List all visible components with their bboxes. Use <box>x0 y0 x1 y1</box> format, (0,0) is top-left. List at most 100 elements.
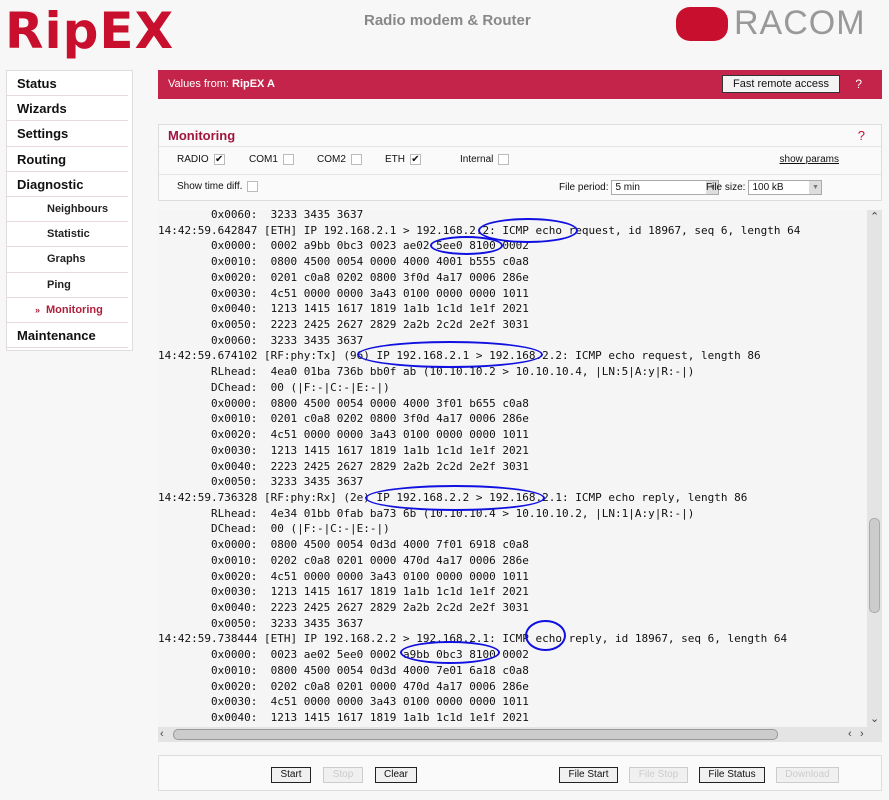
scroll-down-icon[interactable]: ⌄ <box>870 712 879 727</box>
sidebar-item-label: Maintenance <box>17 327 96 343</box>
sidebar-item-wizards[interactable]: Wizards <box>7 96 128 122</box>
show-params-link[interactable]: show params <box>780 154 839 165</box>
log-line: DChead: 00 (|F:-|C:-|E:-|) <box>158 522 390 536</box>
interface-internal: Internal <box>460 154 510 165</box>
interface-eth: ETH ✔ <box>385 154 421 165</box>
clear-button[interactable]: Clear <box>375 767 417 783</box>
sidebar-item-monitoring[interactable]: » Monitoring <box>7 298 128 323</box>
sidebar-item-ping[interactable]: Ping <box>7 273 128 298</box>
download-button[interactable]: Download <box>776 767 839 783</box>
sidebar-item-settings[interactable]: Settings <box>7 121 128 147</box>
racom-logo: RACOM <box>676 4 866 43</box>
log-line: 0x0030: 4c51 0000 0000 3a43 0100 0000 00… <box>158 695 529 709</box>
log-line: 0x0040: 2223 2425 2627 2829 2a2b 2c2d 2e… <box>158 459 529 473</box>
sidebar-item-label: Monitoring <box>46 303 103 316</box>
values-from-bar: Values from: RipEX A Fast remote access … <box>158 70 882 99</box>
sidebar-nav: Status Wizards Settings Routing Diagnostic Ne… <box>6 70 133 352</box>
monitoring-help-icon[interactable]: ? <box>858 125 865 147</box>
header-subtitle: Radio modem & Router <box>364 12 531 29</box>
show-time-diff-checkbox[interactable] <box>247 181 259 192</box>
interface-label: ETH <box>385 154 405 165</box>
log-line: 0x0050: 2223 2425 2627 2829 2a2b 2c2d 2e… <box>158 318 529 332</box>
help-icon[interactable]: ? <box>855 70 862 99</box>
interface-com2: COM2 <box>317 154 362 165</box>
racom-logo-mark-icon <box>676 6 728 41</box>
log-line: 0x0040: 2223 2425 2627 2829 2a2b 2c2d 2e… <box>158 600 529 614</box>
file-size-select[interactable]: 100 kB ▼ <box>748 180 823 195</box>
internal-checkbox[interactable] <box>498 154 510 165</box>
log-line: 0x0030: 4c51 0000 0000 3a43 0100 0000 00… <box>158 286 529 300</box>
sidebar-item-label: Status <box>17 76 57 91</box>
page-title: Monitoring <box>168 128 236 143</box>
sidebar-item-maintenance[interactable]: Maintenance <box>7 323 128 349</box>
start-button[interactable]: Start <box>271 767 311 783</box>
file-size-value: 100 kB <box>752 182 784 193</box>
vertical-scrollbar[interactable]: ⌃ ⌄ <box>867 210 882 727</box>
log-line: 0x0020: 0201 c0a8 0202 0800 3f0d 4a17 00… <box>158 270 529 284</box>
file-stop-button[interactable]: File Stop <box>629 767 688 783</box>
annotation-ellipse <box>400 641 500 664</box>
log-line: 0x0010: 0202 c0a8 0201 0000 470d 4a17 00… <box>158 553 529 567</box>
eth-checkbox[interactable]: ✔ <box>410 154 421 165</box>
fast-remote-access-button[interactable]: Fast remote access <box>722 75 840 93</box>
annotation-ellipse <box>430 236 503 255</box>
sidebar-item-graphs[interactable]: Graphs <box>7 247 128 273</box>
sidebar-item-label: Statistic <box>47 228 90 241</box>
scroll-up-icon[interactable]: ⌃ <box>870 210 879 225</box>
sidebar-item-label: Diagnostic <box>17 176 84 192</box>
file-period-label: File period: <box>559 182 609 193</box>
monitoring-log[interactable]: 0x0060: 3233 3435 3637 14:42:59.642847 [E… <box>158 210 882 742</box>
interface-com1: COM1 <box>249 154 294 165</box>
log-line: 0x0050: 3233 3435 3637 <box>158 616 364 630</box>
interface-label: RADIO <box>177 154 209 165</box>
log-line: 0x0010: 0800 4500 0054 0d3d 4000 7e01 6a… <box>158 663 529 677</box>
log-line: 0x0040: 1213 1415 1617 1819 1a1b 1c1d 1e… <box>158 711 529 724</box>
interface-label: COM2 <box>317 154 346 165</box>
annotation-ellipse <box>365 485 545 511</box>
log-line: 0x0000: 0800 4500 0054 0000 4000 3f01 b6… <box>158 396 529 410</box>
log-line: 0x0020: 4c51 0000 0000 3a43 0100 0000 00… <box>158 428 529 442</box>
scroll-right-icon[interactable]: › <box>860 727 864 742</box>
log-line: 0x0010: 0201 c0a8 0202 0800 3f0d 4a17 00… <box>158 412 529 426</box>
log-line: 0x0000: 0800 4500 0054 0d3d 4000 7f01 69… <box>158 538 529 552</box>
file-period-value: 5 min <box>615 182 640 193</box>
interface-label: Internal <box>460 154 494 165</box>
sidebar-item-neighbours[interactable]: Neighbours <box>7 197 128 223</box>
active-arrow-icon: » <box>35 304 41 315</box>
file-start-button[interactable]: File Start <box>559 767 618 783</box>
chevron-down-icon: ▼ <box>809 181 822 194</box>
log-line: 0x0030: 1213 1415 1617 1819 1a1b 1c1d 1e… <box>158 585 529 599</box>
sidebar-item-label: Ping <box>47 278 71 291</box>
scroll-left-icon[interactable]: ‹ <box>848 727 852 742</box>
horizontal-scrollbar[interactable]: ‹ ‹ › <box>158 727 882 742</box>
sidebar-item-routing[interactable]: Routing <box>7 147 128 172</box>
horizontal-scroll-thumb[interactable] <box>173 729 778 740</box>
file-size-label: File size: <box>706 182 746 193</box>
sidebar-item-label: Settings <box>17 126 69 142</box>
sidebar-item-diagnostic[interactable]: Diagnostic <box>7 172 128 197</box>
sidebar-item-label: Graphs <box>47 253 86 266</box>
values-from-label: Values from: <box>168 78 229 90</box>
com2-checkbox[interactable] <box>350 154 362 165</box>
log-line: 0x0020: 4c51 0000 0000 3a43 0100 0000 00… <box>158 569 529 583</box>
sidebar-item-label: Routing <box>17 151 67 167</box>
interface-radio: RADIO ✔ <box>177 154 225 165</box>
interface-label: COM1 <box>249 154 278 165</box>
monitoring-panel: Monitoring? RADIO ✔ COM1 COM2 ETH ✔ Internal s… <box>158 124 882 201</box>
file-period-select[interactable]: 5 min ▼ <box>611 180 720 195</box>
log-line: 0x0010: 0800 4500 0054 0000 4000 4001 b5… <box>158 255 529 269</box>
show-time-diff-label: Show time diff. <box>177 181 243 192</box>
annotation-ellipse <box>525 620 566 651</box>
stop-button[interactable]: Stop <box>323 767 363 783</box>
unit-name: RipEX A <box>232 78 275 90</box>
com1-checkbox[interactable] <box>282 154 294 165</box>
radio-checkbox[interactable]: ✔ <box>213 154 225 165</box>
scroll-left-icon[interactable]: ‹ <box>160 727 164 742</box>
sidebar-item-statistic[interactable]: Statistic <box>7 222 128 248</box>
file-status-button[interactable]: File Status <box>699 767 765 783</box>
vertical-scroll-thumb[interactable] <box>869 518 880 613</box>
sidebar-item-label: Neighbours <box>47 202 109 215</box>
sidebar-item-status[interactable]: Status <box>7 71 128 97</box>
sidebar-item-label: Wizards <box>17 101 67 117</box>
log-line: 0x0020: 0202 c0a8 0201 0000 470d 4a17 00… <box>158 679 529 693</box>
